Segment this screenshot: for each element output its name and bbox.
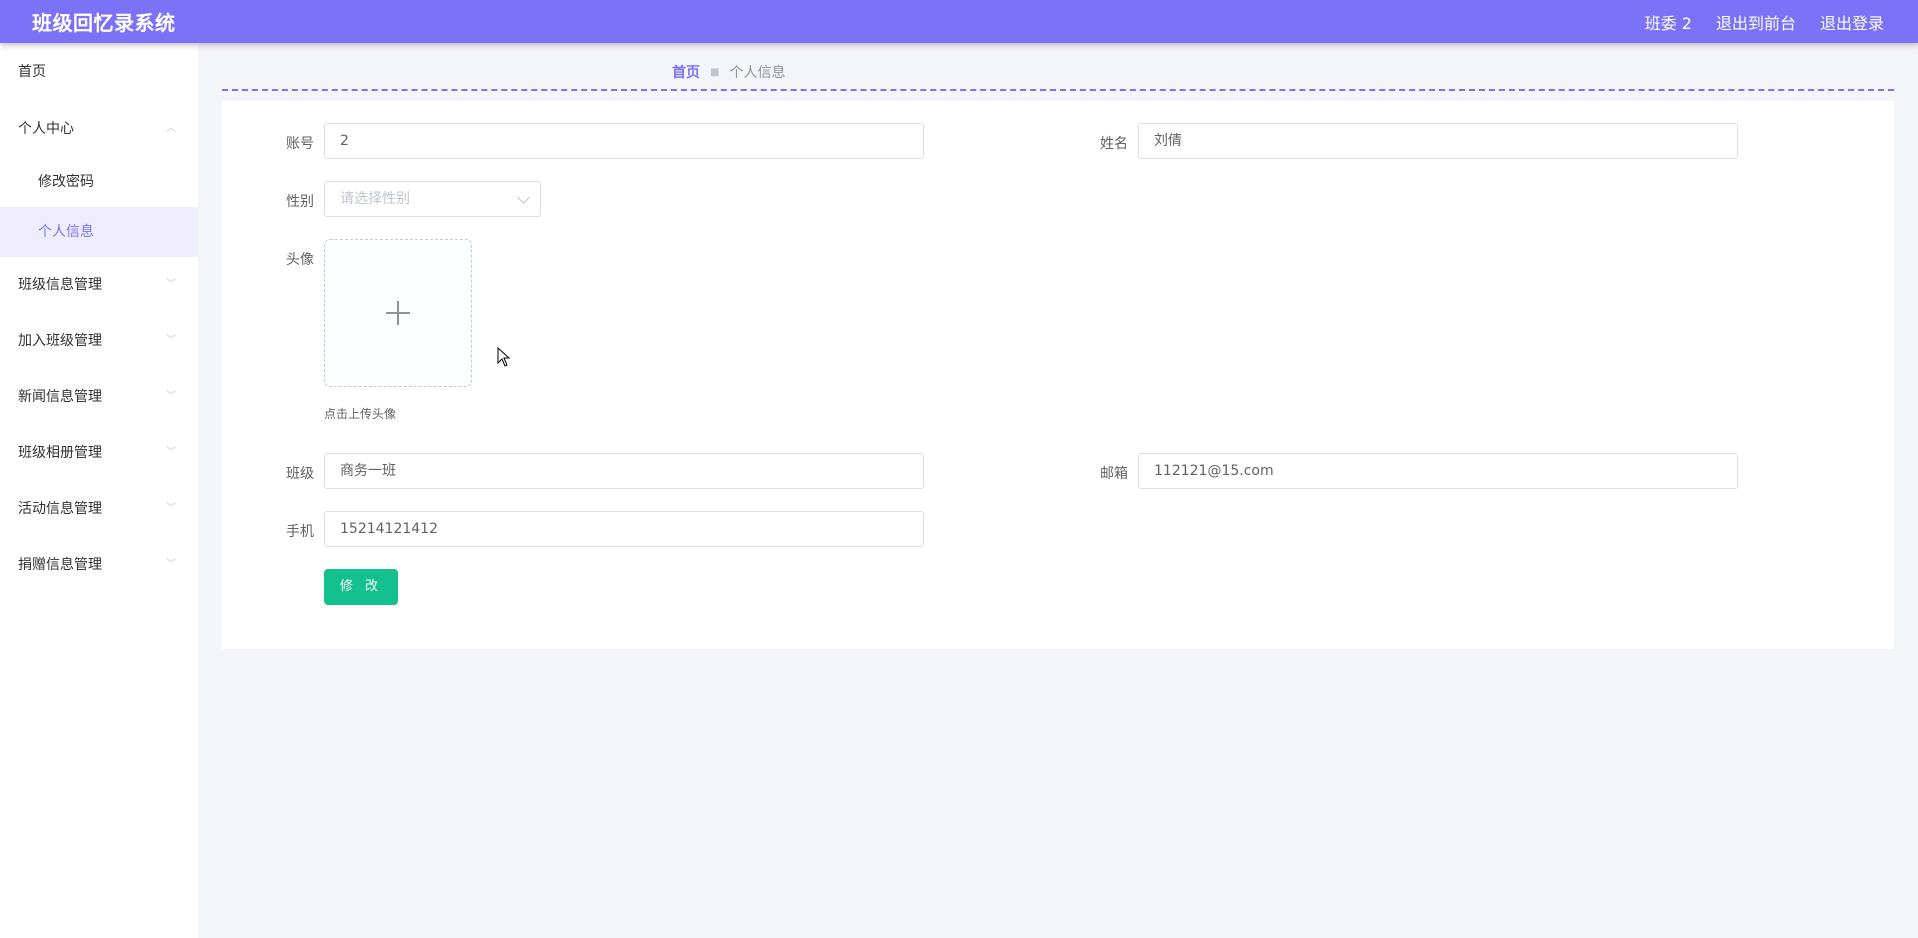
- personal-info-form: 账号 2 姓名 刘倩 性别 请选择性别 头像 点击上传头像 班级 商务一班 邮箱…: [222, 101, 1894, 649]
- sidebar-item-label: 班级相册管理: [18, 445, 102, 461]
- exit-to-front-link[interactable]: 退出到前台: [1716, 10, 1796, 34]
- sidebar-item-label: 首页: [18, 64, 46, 80]
- sidebar-item-donation[interactable]: 捐赠信息管理 ﹀: [0, 537, 198, 593]
- email-input[interactable]: 112121@15.com: [1138, 453, 1738, 489]
- sidebar-item-personal-center[interactable]: 个人中心 ︿: [0, 101, 198, 157]
- sidebar-subitem-personal-info[interactable]: 个人信息: [0, 207, 198, 257]
- breadcrumb-home[interactable]: 首页: [672, 62, 700, 82]
- sidebar-item-label: 个人信息: [38, 224, 94, 240]
- chevron-down-icon: ﹀: [166, 279, 176, 290]
- breadcrumb-divider: [222, 89, 1894, 91]
- chevron-down-icon: ﹀: [166, 335, 176, 346]
- mouse-cursor-icon: [497, 347, 511, 367]
- account-input[interactable]: 2: [324, 123, 924, 159]
- chevron-down-icon: [517, 191, 530, 204]
- gender-label: 性别: [286, 194, 314, 210]
- sidebar-item-news[interactable]: 新闻信息管理 ﹀: [0, 369, 198, 425]
- sidebar-item-join-class[interactable]: 加入班级管理 ﹀: [0, 313, 198, 369]
- chevron-down-icon: ﹀: [166, 559, 176, 570]
- sidebar-item-label: 班级信息管理: [18, 277, 102, 293]
- avatar-upload-tip: 点击上传头像: [324, 407, 397, 421]
- sidebar-item-activity[interactable]: 活动信息管理 ﹀: [0, 481, 198, 537]
- sidebar-item-class-info[interactable]: 班级信息管理 ﹀: [0, 257, 198, 313]
- top-header: 班级回忆录系统 班委 2 退出到前台 退出登录: [0, 0, 1918, 43]
- sidebar-item-label: 加入班级管理: [18, 333, 102, 349]
- sidebar-item-home[interactable]: 首页: [0, 43, 198, 101]
- breadcrumb-separator-icon: ■: [710, 66, 720, 78]
- header-actions: 班委 2 退出到前台 退出登录: [1645, 10, 1884, 34]
- avatar-upload-button[interactable]: [324, 239, 472, 387]
- app-title: 班级回忆录系统: [32, 11, 176, 35]
- modify-button[interactable]: 修 改: [324, 569, 398, 605]
- gender-select[interactable]: 请选择性别: [324, 181, 541, 217]
- gender-select-placeholder: 请选择性别: [340, 191, 410, 207]
- chevron-down-icon: ﹀: [166, 447, 176, 458]
- breadcrumb-current: 个人信息: [729, 65, 786, 81]
- user-role-label[interactable]: 班委 2: [1645, 10, 1692, 34]
- email-label: 邮箱: [1100, 466, 1128, 482]
- class-input[interactable]: 商务一班: [324, 453, 924, 489]
- sidebar-item-label: 捐赠信息管理: [18, 557, 102, 573]
- breadcrumb: 首页 ■ 个人信息: [672, 62, 785, 82]
- phone-input[interactable]: 15214121412: [324, 511, 924, 547]
- sidebar-item-label: 活动信息管理: [18, 501, 102, 517]
- phone-label: 手机: [286, 524, 314, 540]
- avatar-label: 头像: [286, 252, 314, 268]
- class-label: 班级: [286, 466, 314, 482]
- chevron-up-icon: ︿: [166, 123, 176, 134]
- account-label: 账号: [286, 136, 314, 152]
- chevron-down-icon: ﹀: [166, 503, 176, 514]
- plus-icon-vertical: [397, 301, 399, 325]
- logout-link[interactable]: 退出登录: [1820, 10, 1884, 34]
- sidebar-item-label: 新闻信息管理: [18, 389, 102, 405]
- sidebar: 首页 个人中心 ︿ 修改密码 个人信息 班级信息管理 ﹀ 加入班级管理 ﹀ 新闻…: [0, 43, 198, 938]
- sidebar-item-album[interactable]: 班级相册管理 ﹀: [0, 425, 198, 481]
- name-input[interactable]: 刘倩: [1138, 123, 1738, 159]
- chevron-down-icon: ﹀: [166, 391, 176, 402]
- sidebar-subitem-change-password[interactable]: 修改密码: [0, 157, 198, 207]
- name-label: 姓名: [1100, 136, 1128, 152]
- sidebar-item-label: 个人中心: [18, 121, 74, 137]
- sidebar-item-label: 修改密码: [38, 174, 94, 190]
